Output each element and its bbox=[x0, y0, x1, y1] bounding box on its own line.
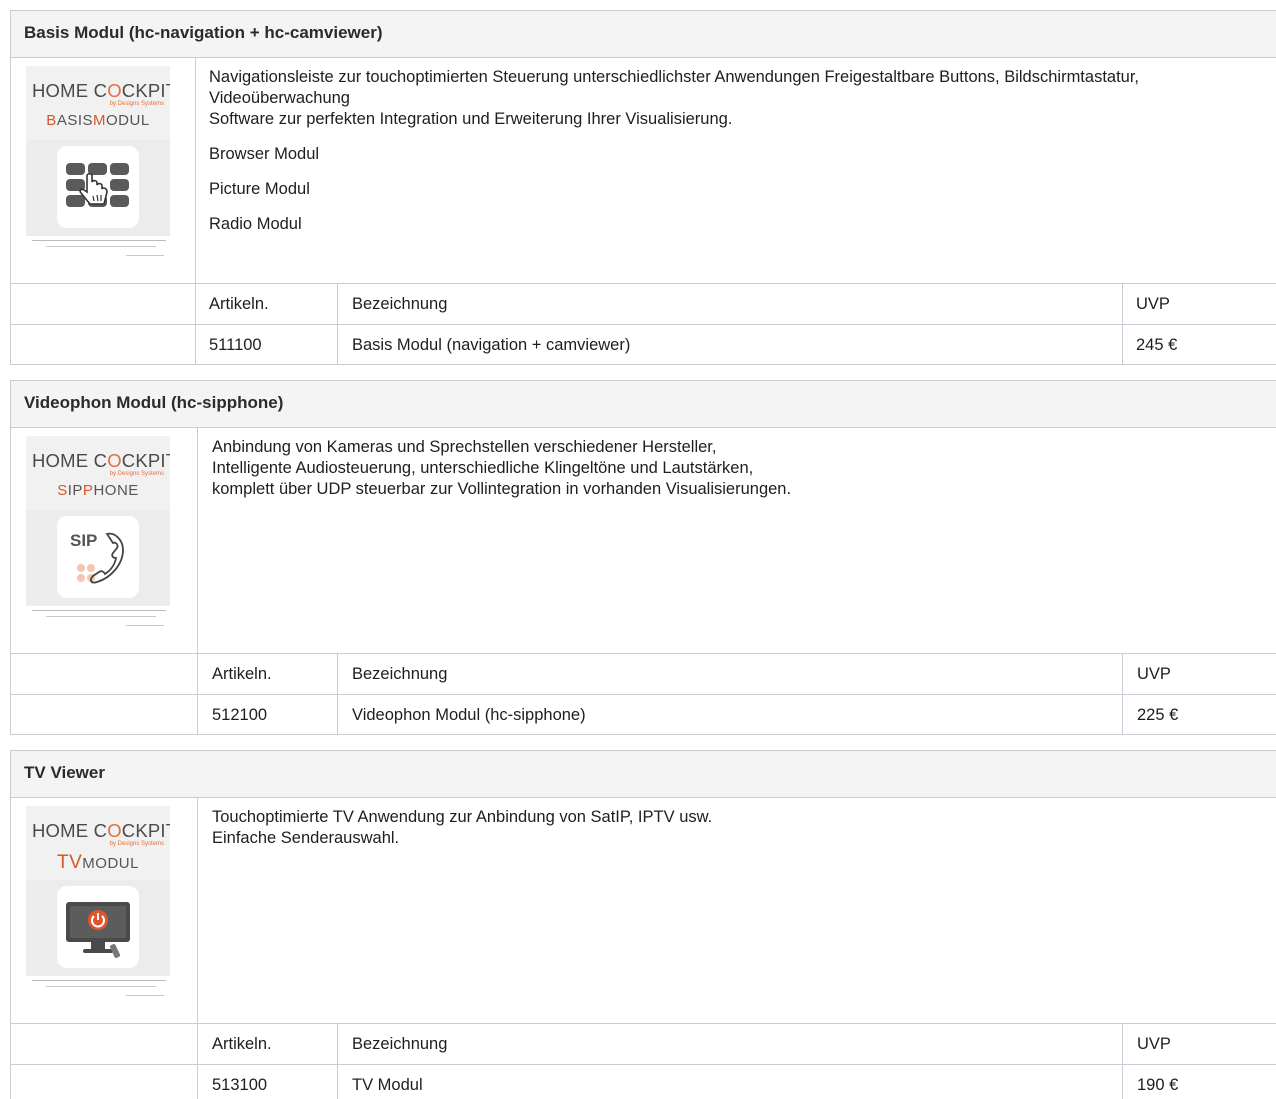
extra-module-item: Picture Modul bbox=[209, 180, 310, 198]
article-number: 511100 bbox=[209, 336, 262, 354]
module-header: TV Viewer bbox=[11, 750, 1276, 797]
brand-logo: HOME COCKPIT bbox=[32, 80, 170, 101]
brand-byline: by Designs Systems bbox=[109, 841, 164, 847]
brand-byline: by Designs Systems bbox=[109, 471, 164, 477]
module-description: Touchoptimierte TV Anwendung zur Anbindu… bbox=[212, 807, 1262, 849]
product-name: Videophon Modul (hc-sipphone) bbox=[352, 706, 586, 724]
column-header-article: Artikeln. bbox=[209, 295, 269, 313]
brand-byline: by Designs Systems bbox=[109, 101, 164, 107]
module-description-row: HOME COCKPIT by Designs Systems TVMODUL bbox=[11, 797, 1276, 1023]
column-header-article: Artikeln. bbox=[212, 1035, 272, 1053]
module-logo: HOME COCKPIT by Designs Systems TVMODUL bbox=[26, 806, 170, 1002]
extra-module-item: Radio Modul bbox=[209, 215, 302, 233]
module-header: Basis Modul (hc-navigation + hc-camviewe… bbox=[11, 10, 1276, 57]
column-header-article: Artikeln. bbox=[212, 665, 272, 683]
module-description-row: HOME COCKPIT by Designs Systems SIPPHONE… bbox=[11, 427, 1276, 653]
table-header-row: Artikeln. Bezeichnung UVP bbox=[11, 653, 1276, 694]
product-price: 190 € bbox=[1137, 1076, 1179, 1094]
product-name: Basis Modul (navigation + camviewer) bbox=[352, 336, 631, 354]
module-logo-name: SIPPHONE bbox=[57, 482, 139, 499]
product-name: TV Modul bbox=[352, 1076, 423, 1094]
module-logo-name: TVMODUL bbox=[57, 852, 139, 873]
column-header-price: UVP bbox=[1137, 665, 1171, 683]
module-description: Navigationsleiste zur touchoptimierten S… bbox=[209, 67, 1269, 235]
description-line: Touchoptimierte TV Anwendung zur Anbindu… bbox=[212, 808, 713, 826]
module-block-basis: Basis Modul (hc-navigation + hc-camviewe… bbox=[10, 10, 1276, 365]
table-row: 511100 Basis Modul (navigation + camview… bbox=[11, 324, 1276, 365]
description-line: komplett über UDP steuerbar zur Vollinte… bbox=[212, 480, 792, 498]
module-logo-name: BASISMODUL bbox=[46, 112, 150, 129]
module-description-row: HOME COCKPIT by Designs Systems BASISMOD… bbox=[11, 57, 1276, 283]
module-block-videophon: Videophon Modul (hc-sipphone) HOME COCKP… bbox=[10, 380, 1276, 735]
brand-logo: HOME COCKPIT bbox=[32, 820, 170, 841]
tv-power-icon bbox=[57, 886, 139, 968]
module-title: Basis Modul (hc-navigation + hc-camviewe… bbox=[24, 23, 383, 42]
column-header-price: UVP bbox=[1136, 295, 1170, 313]
column-header-price: UVP bbox=[1137, 1035, 1171, 1053]
module-block-tv: TV Viewer HOME COCKPIT by Designs System… bbox=[10, 750, 1276, 1099]
column-header-name: Bezeichnung bbox=[352, 1035, 448, 1053]
module-logo: HOME COCKPIT by Designs Systems SIPPHONE… bbox=[26, 436, 170, 632]
description-line: Software zur perfekten Integration und E… bbox=[209, 110, 733, 128]
column-header-name: Bezeichnung bbox=[352, 295, 448, 313]
table-row: 513100 TV Modul 190 € bbox=[11, 1064, 1276, 1099]
article-number: 513100 bbox=[212, 1076, 268, 1094]
column-header-name: Bezeichnung bbox=[352, 665, 448, 683]
product-price: 245 € bbox=[1136, 336, 1178, 354]
svg-text:SIP: SIP bbox=[70, 531, 97, 550]
sip-phone-icon: SIP bbox=[57, 516, 139, 598]
description-line: Einfache Senderauswahl. bbox=[212, 829, 400, 847]
table-header-row: Artikeln. Bezeichnung UVP bbox=[11, 283, 1276, 324]
module-description: Anbindung von Kameras und Sprechstellen … bbox=[212, 437, 1262, 500]
brand-logo: HOME COCKPIT bbox=[32, 450, 170, 471]
table-row: 512100 Videophon Modul (hc-sipphone) 225… bbox=[11, 694, 1276, 735]
module-logo: HOME COCKPIT by Designs Systems BASISMOD… bbox=[26, 66, 170, 262]
description-line: Videoüberwachung bbox=[209, 89, 350, 107]
keypad-hand-icon bbox=[57, 146, 139, 228]
description-line: Anbindung von Kameras und Sprechstellen … bbox=[212, 438, 717, 456]
product-price: 225 € bbox=[1137, 706, 1179, 724]
description-line: Navigationsleiste zur touchoptimierten S… bbox=[209, 68, 1140, 86]
description-line: Intelligente Audiosteuerung, unterschied… bbox=[212, 459, 754, 477]
module-title: Videophon Modul (hc-sipphone) bbox=[24, 393, 284, 412]
module-header: Videophon Modul (hc-sipphone) bbox=[11, 380, 1276, 427]
extra-module-item: Browser Modul bbox=[209, 145, 320, 163]
module-title: TV Viewer bbox=[24, 763, 105, 782]
article-number: 512100 bbox=[212, 706, 268, 724]
table-header-row: Artikeln. Bezeichnung UVP bbox=[11, 1023, 1276, 1064]
